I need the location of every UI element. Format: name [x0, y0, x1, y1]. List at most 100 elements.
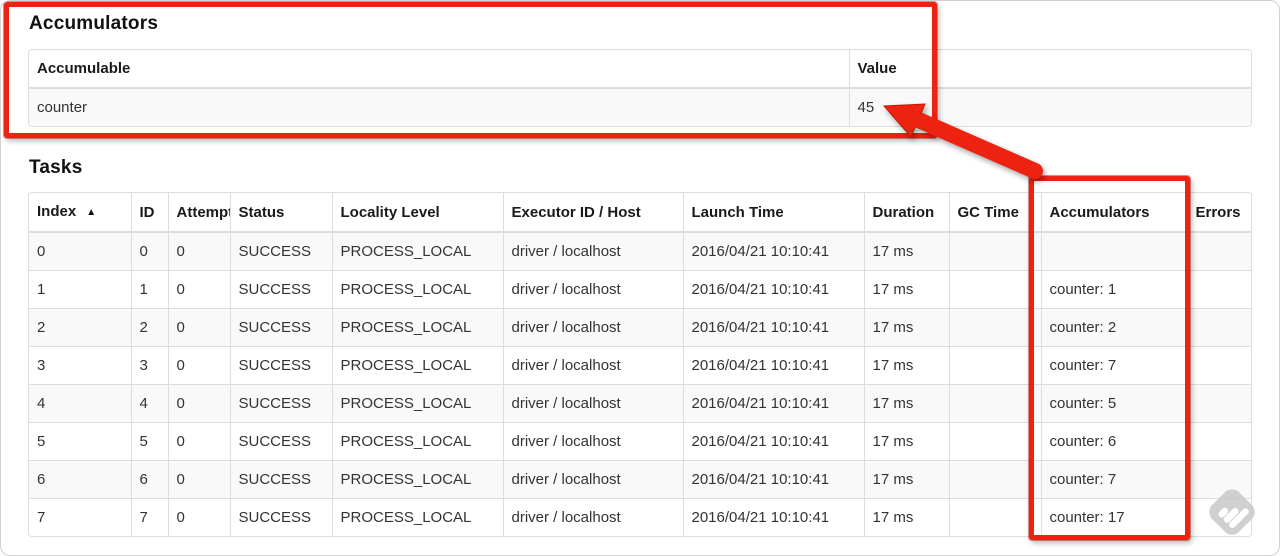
- task-cell-gc_time: [948, 270, 1041, 309]
- task-cell-executor: driver / localhost: [502, 460, 683, 499]
- duration-column-header[interactable]: Duration: [863, 193, 949, 233]
- task-cell-attempt: 0: [167, 308, 230, 347]
- task-row: 5 5 0 SUCCESS PROCESS_LOCAL driver / localhos…: [29, 422, 1251, 461]
- task-cell-id: 2: [130, 308, 168, 347]
- task-cell-duration: 17 ms: [863, 308, 949, 347]
- task-cell-duration: 17 ms: [863, 232, 949, 271]
- task-cell-attempt: 0: [167, 460, 230, 499]
- index-header-label: Index: [37, 203, 77, 220]
- task-cell-attempt: 0: [167, 384, 230, 423]
- task-cell-errors: [1186, 460, 1251, 499]
- task-cell-executor: driver / localhost: [502, 308, 683, 347]
- task-cell-attempt: 0: [167, 270, 230, 309]
- task-cell-status: SUCCESS: [229, 346, 332, 385]
- task-cell-errors: [1186, 232, 1251, 271]
- task-cell-gc_time: [948, 384, 1041, 423]
- task-cell-id: 4: [130, 384, 168, 423]
- task-cell-attempt: 0: [167, 498, 230, 536]
- task-cell-gc_time: [948, 346, 1041, 385]
- task-cell-index: 5: [29, 422, 131, 461]
- task-cell-id: 0: [130, 232, 168, 271]
- task-cell-duration: 17 ms: [863, 422, 949, 461]
- task-cell-duration: 17 ms: [863, 460, 949, 499]
- task-cell-accumulators: counter: 7: [1040, 346, 1187, 385]
- task-cell-launch: 2016/04/21 10:10:41: [682, 308, 864, 347]
- tasks-header-row: Index ▲ ID Attempt Status Locality Level …: [29, 193, 1251, 233]
- task-cell-accumulators: counter: 2: [1040, 308, 1187, 347]
- id-column-header[interactable]: ID: [130, 193, 168, 233]
- task-cell-status: SUCCESS: [229, 308, 332, 347]
- accumulable-name-cell: counter: [37, 99, 88, 116]
- task-cell-index: 0: [37, 243, 46, 260]
- task-cell-duration: 17 ms: [863, 498, 949, 536]
- task-cell-launch: 2016/04/21 10:10:41: [682, 346, 864, 385]
- task-row: 6 6 0 SUCCESS PROCESS_LOCAL driver / localhos…: [29, 460, 1251, 499]
- task-cell-duration: 17 ms: [863, 270, 949, 309]
- task-cell-gc_time: [948, 232, 1041, 271]
- executor-id-host-column-header[interactable]: Executor ID / Host: [502, 193, 683, 233]
- task-cell-errors: [1186, 270, 1251, 309]
- accumulators-table: Accumulable Value counter 45: [28, 49, 1252, 127]
- task-cell-index: 6: [29, 460, 131, 499]
- gc-time-column-header[interactable]: GC Time: [948, 193, 1041, 233]
- task-cell-attempt: 0: [167, 232, 230, 271]
- task-cell-index: 4: [29, 384, 131, 423]
- task-cell-gc_time: [948, 498, 1041, 536]
- task-cell-id: 6: [130, 460, 168, 499]
- task-cell-index: 2: [29, 308, 131, 347]
- task-cell-gc_time: [948, 422, 1041, 461]
- accumulators-column-header[interactable]: Accumulators: [1040, 193, 1187, 233]
- accumulable-column-header[interactable]: Accumulable: [29, 50, 849, 89]
- task-cell-locality: PROCESS_LOCAL: [331, 460, 503, 499]
- value-column-header[interactable]: Value: [848, 50, 1251, 89]
- task-cell-locality: PROCESS_LOCAL: [331, 384, 503, 423]
- page-content: Accumulators Accumulable Value counter 4…: [28, 0, 1252, 537]
- task-cell-gc_time: [948, 308, 1041, 347]
- task-cell-locality: PROCESS_LOCAL: [331, 232, 503, 271]
- task-cell-locality: PROCESS_LOCAL: [331, 498, 503, 536]
- launch-time-column-header[interactable]: Launch Time: [682, 193, 864, 233]
- index-column-header[interactable]: Index ▲: [29, 193, 131, 233]
- accumulators-header-row: Accumulable Value: [29, 50, 1251, 89]
- task-cell-errors: [1186, 384, 1251, 423]
- task-cell-launch: 2016/04/21 10:10:41: [682, 460, 864, 499]
- task-cell-gc_time: [948, 460, 1041, 499]
- task-cell-executor: driver / localhost: [502, 346, 683, 385]
- task-cell-id: 5: [130, 422, 168, 461]
- task-cell-status: SUCCESS: [229, 384, 332, 423]
- task-cell-locality: PROCESS_LOCAL: [331, 346, 503, 385]
- task-row: 0 0 0 SUCCESS PROCESS_LOCAL driver / localhos…: [29, 232, 1251, 271]
- task-cell-duration: 17 ms: [863, 346, 949, 385]
- sort-ascending-icon: ▲: [86, 207, 97, 218]
- task-cell-id: 7: [130, 498, 168, 536]
- tasks-table-body: 0 0 0 SUCCESS PROCESS_LOCAL driver / localhos…: [29, 232, 1251, 536]
- task-cell-launch: 2016/04/21 10:10:41: [682, 270, 864, 309]
- accumulator-row: counter 45: [29, 88, 1251, 126]
- task-cell-errors: [1186, 422, 1251, 461]
- task-cell-launch: 2016/04/21 10:10:41: [682, 232, 864, 271]
- task-cell-locality: PROCESS_LOCAL: [331, 308, 503, 347]
- task-cell-status: SUCCESS: [229, 232, 332, 271]
- errors-column-header[interactable]: Errors: [1186, 193, 1251, 233]
- task-cell-status: SUCCESS: [229, 460, 332, 499]
- locality-level-column-header[interactable]: Locality Level: [331, 193, 503, 233]
- task-cell-index: 1: [29, 270, 131, 309]
- task-cell-launch: 2016/04/21 10:10:41: [682, 422, 864, 461]
- attempt-column-header[interactable]: Attempt: [167, 193, 230, 233]
- task-cell-id: 1: [130, 270, 168, 309]
- status-column-header[interactable]: Status: [229, 193, 332, 233]
- task-cell-accumulators: counter: 17: [1040, 498, 1187, 536]
- task-cell-executor: driver / localhost: [502, 232, 683, 271]
- task-cell-errors: [1186, 308, 1251, 347]
- task-cell-locality: PROCESS_LOCAL: [331, 270, 503, 309]
- task-row: 3 3 0 SUCCESS PROCESS_LOCAL driver / localhos…: [29, 346, 1251, 385]
- task-cell-status: SUCCESS: [229, 270, 332, 309]
- task-row: 1 1 0 SUCCESS PROCESS_LOCAL driver / localhos…: [29, 270, 1251, 309]
- task-cell-executor: driver / localhost: [502, 384, 683, 423]
- task-cell-accumulators: [1040, 232, 1187, 271]
- task-cell-status: SUCCESS: [229, 422, 332, 461]
- tasks-section-title: Tasks: [29, 157, 83, 178]
- task-row: 7 7 0 SUCCESS PROCESS_LOCAL driver / localhos…: [29, 498, 1251, 536]
- task-cell-attempt: 0: [167, 422, 230, 461]
- accumulable-value-cell: 45: [848, 88, 1251, 126]
